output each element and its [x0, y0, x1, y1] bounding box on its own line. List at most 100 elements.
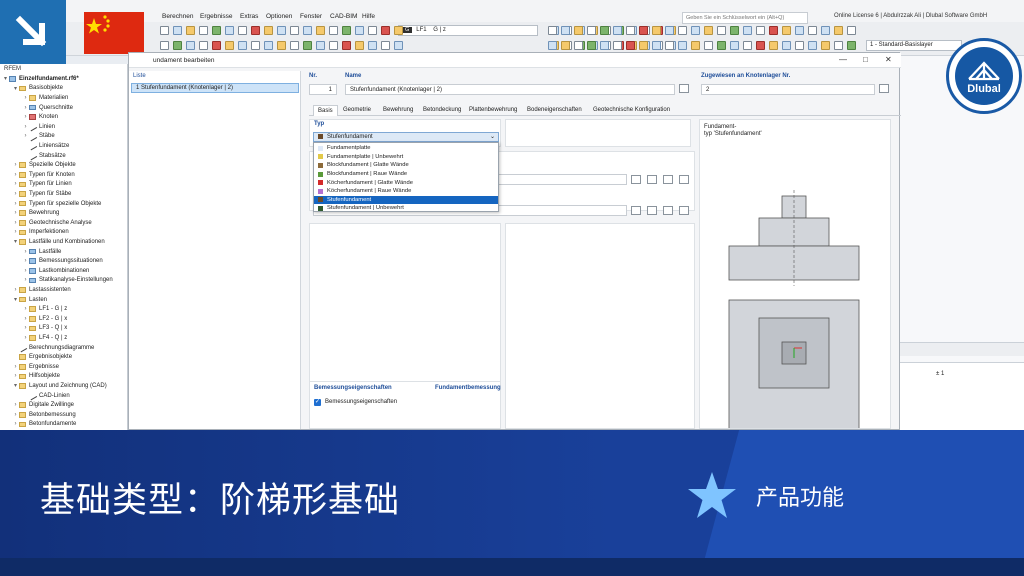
toolbar-icon[interactable] [717, 41, 726, 50]
toolbar-icon[interactable] [186, 26, 195, 35]
navigator-item[interactable]: › Querschnitte [22, 103, 74, 113]
toolbar-icon[interactable] [847, 41, 856, 50]
toolbar-icon[interactable] [639, 26, 648, 35]
toolbar-icon[interactable] [548, 41, 557, 50]
navigator-item[interactable]: ▾ Basisobjekte [12, 84, 63, 94]
navigator-item[interactable]: › Geotechnische Analyse [12, 218, 92, 228]
tab[interactable]: Bewehrung [379, 105, 417, 116]
chevron-right-icon[interactable]: › [12, 364, 19, 370]
toolbar-icon[interactable] [613, 41, 622, 50]
toolbar-icon[interactable] [574, 41, 583, 50]
edit-icon[interactable] [663, 175, 673, 184]
toolbar-icon[interactable] [717, 26, 726, 35]
navigator-item[interactable]: › Lastkombinationen [22, 266, 90, 276]
toolbar-icon[interactable] [652, 41, 661, 50]
info-icon[interactable] [679, 175, 689, 184]
toolbar-icon[interactable] [600, 26, 609, 35]
chevron-right-icon[interactable]: › [12, 421, 19, 427]
toolbar-icon[interactable] [186, 41, 195, 50]
minimize-icon[interactable]: — [839, 55, 847, 64]
chevron-right-icon[interactable]: › [22, 114, 29, 120]
toolbar-icon[interactable] [173, 26, 182, 35]
toolbar-icon[interactable] [821, 41, 830, 50]
toolbar-icon[interactable] [251, 26, 260, 35]
navigator-item[interactable]: › Imperfektionen [12, 228, 69, 238]
chevron-right-icon[interactable]: › [12, 201, 19, 207]
toolbar-icon[interactable] [368, 41, 377, 50]
toolbar-icon[interactable] [665, 26, 674, 35]
chevron-right-icon[interactable]: › [22, 268, 29, 274]
toolbar-icon[interactable] [782, 41, 791, 50]
navigator-item[interactable]: › Knoten [22, 112, 59, 122]
navigator-item[interactable]: › Bewehrung [12, 208, 60, 218]
tab[interactable]: Geometrie [339, 105, 375, 116]
toolbar-icon[interactable] [342, 26, 351, 35]
toolbar-icon[interactable] [769, 26, 778, 35]
navigator-item[interactable]: › Betonbemessung [12, 410, 76, 420]
toolbar-icon[interactable] [251, 41, 260, 50]
toolbar-icon[interactable] [561, 26, 570, 35]
toolbar-icon[interactable] [329, 26, 338, 35]
navigator-item[interactable]: › Typen für spezielle Objekte [12, 199, 102, 209]
toolbar-icon[interactable] [678, 41, 687, 50]
tab[interactable]: Basis [313, 105, 338, 116]
toolbar-icon[interactable] [743, 41, 752, 50]
toolbar-icon[interactable] [756, 41, 765, 50]
toolbar-icon[interactable] [574, 26, 583, 35]
chevron-down-icon[interactable]: ▾ [12, 296, 19, 303]
toolbar-icon[interactable] [160, 26, 169, 35]
navigator-item[interactable]: › Typen für Linien [12, 180, 72, 190]
chevron-right-icon[interactable]: › [12, 181, 19, 187]
toolbar-icon[interactable] [277, 26, 286, 35]
navigator-item[interactable]: › Spezielle Objekte [12, 160, 76, 170]
navigator-item[interactable]: Stabsätze [22, 151, 66, 161]
search-input[interactable]: Geben Sie ein Schlüsselwort ein (Alt+Q) [682, 12, 808, 24]
toolbar-icon[interactable] [847, 26, 856, 35]
navigator-item[interactable]: CAD-Linien [22, 391, 70, 401]
chevron-right-icon[interactable]: › [12, 412, 19, 418]
toolbar-icon[interactable] [704, 26, 713, 35]
menu-item[interactable]: Ergebnisse [200, 13, 233, 20]
toolbar-icon[interactable] [561, 41, 570, 50]
toolbar-icon[interactable] [808, 41, 817, 50]
toolbar-icon[interactable] [394, 26, 403, 35]
toolbar-icon[interactable] [769, 41, 778, 50]
chevron-right-icon[interactable]: › [22, 335, 29, 341]
toolbar-icon[interactable] [613, 26, 622, 35]
toolbar-icon[interactable] [626, 41, 635, 50]
toolbar-icon[interactable] [834, 26, 843, 35]
dropdown-option[interactable]: Fundamentplatte | Unbewehrt [314, 153, 498, 162]
toolbar-icon[interactable] [355, 26, 364, 35]
chevron-right-icon[interactable]: › [12, 210, 19, 216]
navigator-item[interactable]: › Materialien [22, 93, 69, 103]
navigator-item[interactable]: ▾ Einzelfundament.rf6* [2, 74, 79, 84]
toolbar-icon[interactable] [834, 41, 843, 50]
chevron-right-icon[interactable]: › [12, 287, 19, 293]
toolbar-icon[interactable] [691, 26, 700, 35]
chevron-down-icon[interactable]: ▾ [12, 238, 19, 245]
toolbar-icon[interactable] [316, 26, 325, 35]
toolbar-icon[interactable] [160, 41, 169, 50]
chevron-right-icon[interactable]: › [12, 191, 19, 197]
toolbar-icon[interactable] [730, 41, 739, 50]
toolbar-icon[interactable] [381, 26, 390, 35]
toolbar-icon[interactable] [782, 26, 791, 35]
toolbar-icon[interactable] [704, 41, 713, 50]
toolbar-icon[interactable] [691, 41, 700, 50]
chevron-right-icon[interactable]: › [22, 258, 29, 264]
dropdown-option[interactable]: Köcherfundament | Raue Wände [314, 187, 498, 196]
toolbar-icon[interactable] [355, 41, 364, 50]
chevron-right-icon[interactable]: › [22, 316, 29, 322]
navigator-item[interactable]: › Betonfundamente [12, 420, 77, 430]
toolbar-icon[interactable] [212, 26, 221, 35]
dropdown-option[interactable]: Stufenfundament | Unbewehrt [314, 204, 498, 213]
toolbar-icon[interactable] [290, 26, 299, 35]
toolbar-icon[interactable] [329, 41, 338, 50]
tab[interactable]: Bodeneigenschaften [523, 105, 586, 116]
toolbar-icon[interactable] [303, 41, 312, 50]
tab[interactable]: Geotechnische Konfiguration [589, 105, 674, 116]
navigator-item[interactable]: › Lastassistenten [12, 285, 71, 295]
toolbar-icon[interactable] [652, 26, 661, 35]
toolbar-icon[interactable] [587, 41, 596, 50]
chevron-right-icon[interactable]: › [12, 172, 19, 178]
